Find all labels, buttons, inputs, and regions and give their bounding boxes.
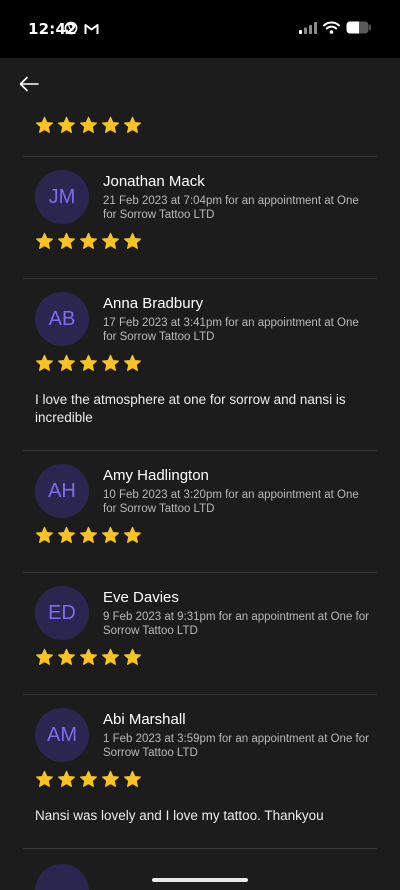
status-system-icons <box>299 21 372 39</box>
star-icon <box>35 648 54 665</box>
avatar: AH <box>35 464 89 518</box>
review-comment: I love the atmosphere at one for sorrow … <box>35 392 346 425</box>
star-icon <box>57 354 76 371</box>
avatar: ED <box>35 586 89 640</box>
reviewer-name: Eve Davies <box>103 589 179 606</box>
star-rating <box>35 354 142 373</box>
star-icon <box>35 770 54 787</box>
star-icon <box>123 354 142 371</box>
back-button[interactable] <box>16 72 42 96</box>
star-icon <box>123 116 142 133</box>
home-indicator <box>152 878 248 882</box>
star-rating <box>35 770 142 789</box>
star-icon <box>35 354 54 371</box>
star-icon <box>123 526 142 543</box>
star-icon <box>79 526 98 543</box>
review-meta: 17 Feb 2023 at 3:41pm for an appointment… <box>103 317 359 343</box>
star-icon <box>57 648 76 665</box>
reviewer-name: Anna Bradbury <box>103 295 204 312</box>
review-meta: 21 Feb 2023 at 7:04pm for an appointment… <box>103 195 359 221</box>
star-icon <box>101 116 120 133</box>
star-rating <box>35 116 142 135</box>
divider <box>23 156 377 157</box>
whatsapp-icon <box>64 21 78 40</box>
wifi-icon <box>323 21 340 39</box>
gmail-icon <box>84 22 99 40</box>
divider <box>23 278 377 279</box>
star-icon <box>57 232 76 249</box>
star-icon <box>123 648 142 665</box>
reviews-screen: JM Jonathan Mack 21 Feb 2023 at 7:04pm f… <box>0 58 400 890</box>
divider <box>23 848 377 849</box>
review-meta: 9 Feb 2023 at 9:31pm for an appointment … <box>103 611 369 637</box>
star-icon <box>101 770 120 787</box>
star-rating <box>35 526 142 545</box>
star-icon <box>123 232 142 249</box>
review-meta: 1 Feb 2023 at 3:59pm for an appointment … <box>103 733 369 759</box>
star-icon <box>57 770 76 787</box>
divider <box>23 694 377 695</box>
status-notification-icons <box>64 21 99 40</box>
star-icon <box>35 526 54 543</box>
reviewer-name: Amy Hadlington <box>103 467 209 484</box>
star-icon <box>79 116 98 133</box>
star-icon <box>35 232 54 249</box>
star-icon <box>101 354 120 371</box>
battery-icon <box>346 21 372 39</box>
star-icon <box>79 354 98 371</box>
star-icon <box>79 770 98 787</box>
avatar: JM <box>35 170 89 224</box>
star-icon <box>79 648 98 665</box>
divider <box>23 450 377 451</box>
reviewer-name: Abi Marshall <box>103 711 186 728</box>
star-icon <box>123 770 142 787</box>
star-rating <box>35 648 142 667</box>
avatar: AB <box>35 292 89 346</box>
review-comment: Nansi was lovely and I love my tattoo. T… <box>35 808 324 823</box>
star-icon <box>101 526 120 543</box>
status-bar: 12:42 <box>0 0 400 58</box>
star-icon <box>57 526 76 543</box>
avatar: AM <box>35 708 89 762</box>
arrow-left-icon <box>19 76 39 92</box>
reviewer-name: Jonathan Mack <box>103 173 205 190</box>
review-meta: 10 Feb 2023 at 3:20pm for an appointment… <box>103 489 359 515</box>
avatar <box>35 864 89 890</box>
cellular-signal-icon <box>299 21 317 39</box>
star-icon <box>35 116 54 133</box>
divider <box>23 572 377 573</box>
star-icon <box>79 232 98 249</box>
star-icon <box>101 648 120 665</box>
star-icon <box>101 232 120 249</box>
star-rating <box>35 232 142 251</box>
star-icon <box>57 116 76 133</box>
